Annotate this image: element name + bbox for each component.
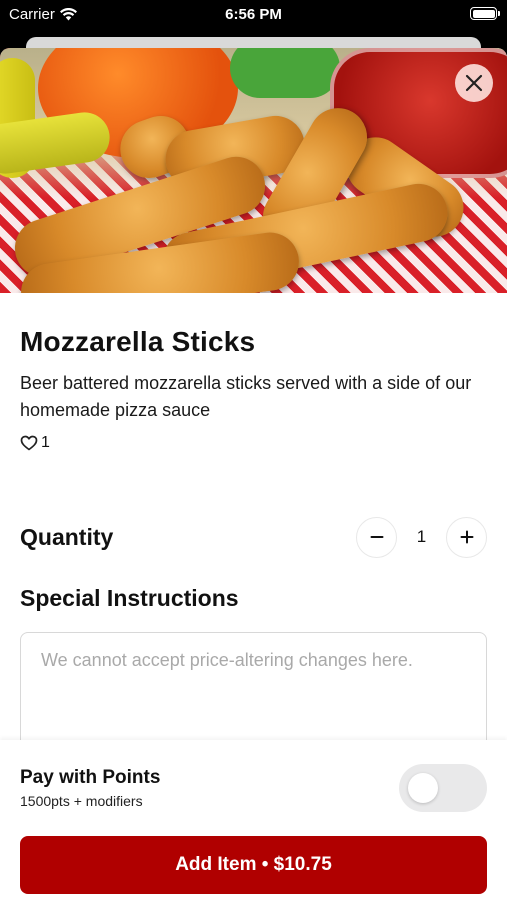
add-item-button[interactable]: Add Item • $10.75 <box>20 836 487 894</box>
heart-icon <box>20 435 38 451</box>
item-description: Beer battered mozzarella sticks served w… <box>20 373 472 420</box>
pay-with-points-toggle[interactable] <box>399 764 487 812</box>
item-title: Mozzarella Sticks <box>20 326 256 357</box>
checkout-footer: Pay with Points 1500pts + modifiers Add … <box>0 740 507 900</box>
status-bar: Carrier 6:56 PM <box>0 0 507 30</box>
status-time: 6:56 PM <box>225 6 282 23</box>
special-instructions-label: Special Instructions <box>20 585 239 611</box>
points-row: Pay with Points 1500pts + modifiers <box>20 764 487 812</box>
toggle-knob <box>408 773 438 803</box>
minus-icon <box>370 536 383 538</box>
like-count: 1 <box>41 434 50 451</box>
quantity-stepper: 1 <box>356 516 487 558</box>
plus-icon <box>460 530 473 544</box>
increase-quantity-button[interactable] <box>446 516 487 558</box>
special-instructions-input[interactable] <box>20 632 487 749</box>
close-icon <box>465 74 483 92</box>
points-subtitle: 1500pts + modifiers <box>20 793 143 809</box>
quantity-row: Quantity 1 <box>20 515 487 559</box>
like-counter[interactable]: 1 <box>20 434 487 452</box>
quantity-value: 1 <box>416 527 427 546</box>
item-detail-modal: Mozzarella Sticks Beer battered mozzarel… <box>0 48 507 900</box>
item-photo <box>0 48 507 293</box>
quantity-label: Quantity <box>20 523 114 550</box>
decrease-quantity-button[interactable] <box>356 516 397 558</box>
points-title: Pay with Points <box>20 767 161 788</box>
battery-icon <box>470 7 500 20</box>
close-button[interactable] <box>455 64 493 102</box>
